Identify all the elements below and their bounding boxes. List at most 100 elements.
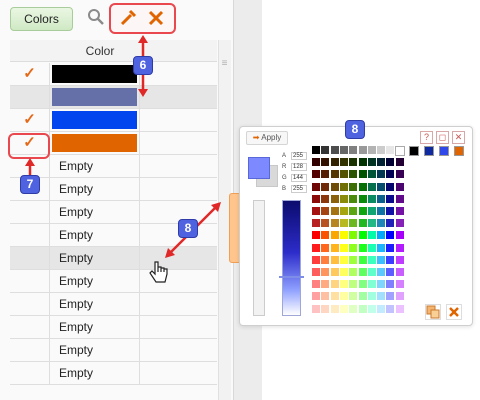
table-row[interactable]: Empty: [10, 293, 217, 316]
color-cell[interactable]: Empty: [50, 201, 140, 224]
palette-swatch[interactable]: [349, 182, 358, 191]
apply-button[interactable]: ➡ Apply: [246, 131, 288, 145]
color-column-header[interactable]: Color: [60, 40, 140, 62]
palette-swatch[interactable]: [358, 170, 367, 179]
palette-swatch[interactable]: [377, 207, 386, 215]
palette-swatch[interactable]: [367, 219, 376, 228]
palette-swatch[interactable]: [339, 231, 348, 240]
palette-swatch[interactable]: [312, 231, 320, 240]
palette-swatch[interactable]: [321, 207, 330, 215]
palette-swatch[interactable]: [312, 268, 320, 276]
palette-swatch[interactable]: [321, 280, 330, 289]
palette-swatch[interactable]: [321, 243, 330, 252]
palette-swatch[interactable]: [349, 280, 358, 289]
palette-swatch[interactable]: [386, 219, 395, 228]
palette-swatch[interactable]: [339, 219, 348, 228]
color-cell[interactable]: [50, 132, 140, 155]
color-cell[interactable]: [50, 86, 140, 109]
palette-swatch[interactable]: [349, 158, 358, 167]
palette-swatch[interactable]: [386, 304, 395, 313]
clear-icon[interactable]: [145, 8, 167, 30]
palette-swatch[interactable]: [377, 280, 386, 289]
palette-swatch[interactable]: [312, 158, 320, 167]
palette-swatch[interactable]: [349, 146, 358, 154]
palette-swatch[interactable]: [339, 268, 348, 276]
palette-swatch[interactable]: [395, 231, 404, 240]
table-row[interactable]: ✓: [10, 109, 217, 132]
color-cell[interactable]: Empty: [50, 270, 140, 293]
palette-swatch[interactable]: [339, 146, 348, 154]
row-checkbox[interactable]: [10, 293, 50, 316]
scroll-grip-icon[interactable]: ≡: [219, 59, 230, 70]
palette-swatch[interactable]: [339, 292, 348, 301]
palette-swatch[interactable]: [321, 231, 330, 240]
palette-swatch[interactable]: [321, 158, 330, 167]
restore-button[interactable]: ◻: [436, 131, 449, 144]
color-cell[interactable]: Empty: [50, 247, 140, 270]
palette-swatch[interactable]: [395, 194, 404, 203]
palette-swatch[interactable]: [330, 146, 339, 154]
row-checkbox[interactable]: [10, 316, 50, 339]
color-cell[interactable]: Empty: [50, 339, 140, 362]
palette-swatch[interactable]: [386, 255, 395, 264]
palette-swatch[interactable]: [377, 243, 386, 252]
palette-swatch[interactable]: [330, 231, 339, 240]
palette-swatch[interactable]: [312, 170, 320, 179]
table-row[interactable]: Empty: [10, 316, 217, 339]
palette-swatch[interactable]: [386, 243, 395, 252]
color-cell[interactable]: Empty: [50, 362, 140, 385]
palette-swatch[interactable]: [367, 280, 376, 289]
palette-swatch[interactable]: [367, 231, 376, 240]
palette-swatch[interactable]: [386, 194, 395, 203]
palette-swatch[interactable]: [377, 219, 386, 228]
palette-swatch[interactable]: [321, 182, 330, 191]
palette-swatch[interactable]: [312, 207, 320, 215]
color-cell[interactable]: Empty: [50, 224, 140, 247]
palette-swatch[interactable]: [395, 207, 404, 215]
palette-swatch[interactable]: [377, 182, 386, 191]
palette-swatch[interactable]: [358, 255, 367, 264]
palette-swatch[interactable]: [395, 255, 404, 264]
color-cell[interactable]: [50, 63, 140, 86]
palette-swatch[interactable]: [330, 182, 339, 191]
lightness-marker[interactable]: [279, 276, 304, 278]
palette-swatch[interactable]: [367, 255, 376, 264]
palette-swatch[interactable]: [377, 231, 386, 240]
palette-swatch[interactable]: [330, 219, 339, 228]
palette-swatch[interactable]: [358, 194, 367, 203]
palette-swatch[interactable]: [395, 280, 404, 289]
palette-swatch[interactable]: [339, 243, 348, 252]
palette-swatch[interactable]: [358, 292, 367, 301]
accent-swatch[interactable]: [454, 146, 464, 156]
palette-swatch[interactable]: [377, 255, 386, 264]
color-cell[interactable]: Empty: [50, 155, 140, 178]
table-row[interactable]: [10, 86, 217, 109]
palette-swatch[interactable]: [367, 146, 376, 154]
palette-swatch[interactable]: [377, 170, 386, 179]
palette-swatch[interactable]: [339, 158, 348, 167]
palette-swatch[interactable]: [367, 292, 376, 301]
palette-swatch[interactable]: [349, 194, 358, 203]
palette-swatch[interactable]: [367, 304, 376, 313]
palette-swatch[interactable]: [377, 158, 386, 167]
palette-swatch[interactable]: [321, 219, 330, 228]
palette-swatch[interactable]: [367, 182, 376, 191]
palette-swatch[interactable]: [321, 194, 330, 203]
palette-swatch[interactable]: [377, 146, 386, 154]
palette-swatch[interactable]: [386, 170, 395, 179]
palette-swatch[interactable]: [386, 292, 395, 301]
palette-swatch[interactable]: [358, 146, 367, 154]
accent-swatch[interactable]: [409, 146, 419, 156]
red-value[interactable]: 128: [291, 163, 307, 171]
palette-swatch[interactable]: [339, 207, 348, 215]
palette-swatch[interactable]: [367, 268, 376, 276]
palette-swatch[interactable]: [312, 280, 320, 289]
palette-swatch[interactable]: [330, 194, 339, 203]
palette-swatch[interactable]: [339, 182, 348, 191]
row-checkbox[interactable]: ✓: [10, 109, 50, 132]
accent-swatch[interactable]: [439, 146, 449, 156]
colors-button[interactable]: Colors: [10, 7, 73, 31]
color-cell[interactable]: Empty: [50, 293, 140, 316]
palette-swatch[interactable]: [321, 292, 330, 301]
palette-swatch[interactable]: [321, 146, 330, 154]
